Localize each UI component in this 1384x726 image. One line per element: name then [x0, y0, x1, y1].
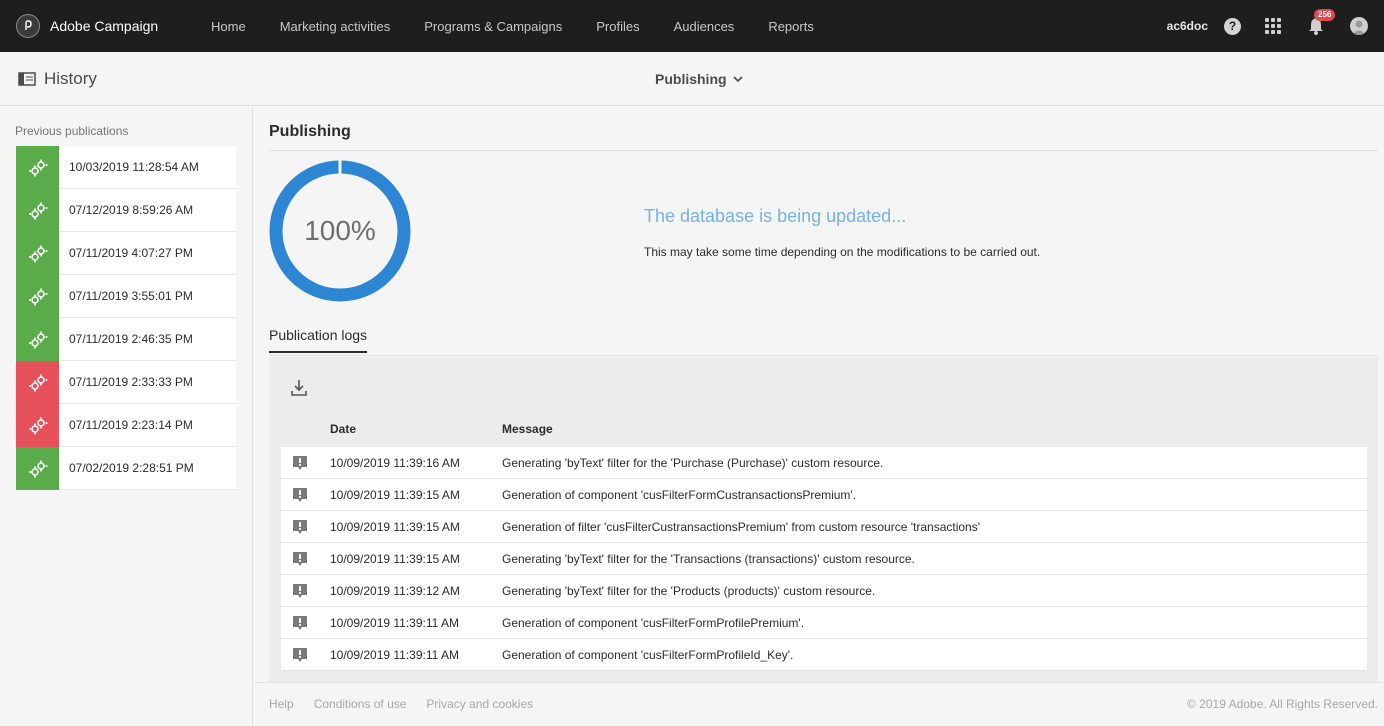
publication-date: 07/02/2019 2:28:51 PM: [69, 461, 194, 475]
log-message: Generating 'byText' filter for the 'Tran…: [502, 552, 915, 566]
nav-item-home[interactable]: Home: [211, 19, 246, 34]
column-header-message[interactable]: Message: [502, 422, 553, 436]
publishing-dropdown-label: Publishing: [655, 71, 727, 87]
download-icon[interactable]: [289, 378, 309, 398]
footer-link-privacy[interactable]: Privacy and cookies: [426, 697, 533, 711]
log-message: Generation of component 'cusFilterFormPr…: [502, 616, 805, 630]
gears-icon: [16, 275, 59, 318]
log-table-body: 10/09/2019 11:39:16 AM Generating 'byText…: [281, 447, 1367, 671]
publication-logs-panel: Date Message 10/09/2019 11:39:16 AM Gener…: [269, 357, 1378, 682]
nav-item-reports[interactable]: Reports: [768, 19, 814, 34]
publication-item[interactable]: 07/11/2019 2:46:35 PM: [16, 318, 236, 361]
nav-item-marketing-activities[interactable]: Marketing activities: [280, 19, 391, 34]
warning-message-icon: [291, 614, 309, 632]
publishing-dropdown[interactable]: Publishing: [655, 71, 743, 87]
app-grid-icon[interactable]: [1265, 18, 1281, 34]
footer-links: Help Conditions of use Privacy and cooki…: [269, 697, 553, 711]
publication-date: 07/11/2019 2:23:14 PM: [69, 418, 193, 432]
instance-name[interactable]: ac6doc: [1167, 19, 1208, 33]
log-date: 10/09/2019 11:39:15 AM: [330, 552, 460, 566]
publication-item[interactable]: 10/03/2019 11:28:54 AM: [16, 146, 236, 189]
log-message: Generating 'byText' filter for the 'Purc…: [502, 456, 884, 470]
column-header-date[interactable]: Date: [330, 422, 356, 436]
warning-message-icon: [291, 518, 309, 536]
table-row[interactable]: 10/09/2019 11:39:16 AM Generating 'byText…: [281, 447, 1367, 479]
log-date: 10/09/2019 11:39:12 AM: [330, 584, 460, 598]
gears-icon: [16, 404, 59, 447]
table-row[interactable]: 10/09/2019 11:39:15 AM Generation of comp…: [281, 479, 1367, 511]
user-avatar-icon[interactable]: [1350, 17, 1368, 35]
log-date: 10/09/2019 11:39:16 AM: [330, 456, 460, 470]
help-icon[interactable]: ?: [1224, 17, 1241, 35]
gears-icon: [16, 189, 59, 232]
publication-date: 07/12/2019 8:59:26 AM: [69, 203, 194, 217]
publication-item[interactable]: 07/11/2019 4:07:27 PM: [16, 232, 236, 275]
status-heading: The database is being updated...: [644, 206, 907, 226]
notification-badge: 256: [1314, 9, 1336, 21]
footer-link-conditions[interactable]: Conditions of use: [314, 697, 407, 711]
top-nav-bar: Adobe Campaign Home Marketing activities…: [0, 0, 1384, 52]
log-message: Generation of component 'cusFilterFormCu…: [502, 488, 857, 502]
main-content: Publishing 100% The database is being up…: [254, 107, 1384, 682]
publication-item[interactable]: 07/11/2019 2:33:33 PM: [16, 361, 236, 404]
log-message: Generating 'byText' filter for the 'Prod…: [502, 584, 876, 598]
page-header: History Publishing: [0, 52, 1384, 106]
publication-date: 10/03/2019 11:28:54 AM: [69, 160, 199, 174]
history-toggle[interactable]: History: [18, 69, 97, 89]
history-sidebar: Previous publications 10/03/2019 11:28:5…: [0, 107, 253, 726]
table-row[interactable]: 10/09/2019 11:39:12 AM Generating 'byText…: [281, 575, 1367, 607]
log-message: Generation of component 'cusFilterFormPr…: [502, 648, 794, 662]
status-description: This may take some time depending on the…: [644, 245, 1041, 259]
publication-item[interactable]: 07/02/2019 2:28:51 PM: [16, 447, 236, 490]
footer: Help Conditions of use Privacy and cooki…: [254, 682, 1384, 726]
nav-item-audiences[interactable]: Audiences: [674, 19, 735, 34]
log-message: Generation of filter 'cusFilterCustransa…: [502, 520, 981, 534]
warning-message-icon: [291, 486, 309, 504]
log-date: 10/09/2019 11:39:15 AM: [330, 488, 460, 502]
previous-publications-label: Previous publications: [15, 124, 129, 138]
history-title: History: [44, 69, 97, 88]
log-date: 10/09/2019 11:39:11 AM: [330, 648, 459, 662]
log-date: 10/09/2019 11:39:15 AM: [330, 520, 460, 534]
table-row[interactable]: 10/09/2019 11:39:15 AM Generation of filt…: [281, 511, 1367, 543]
table-row[interactable]: 10/09/2019 11:39:15 AM Generating 'byText…: [281, 543, 1367, 575]
brand[interactable]: Adobe Campaign: [0, 14, 211, 38]
adobe-campaign-logo-icon: [16, 14, 40, 38]
publication-item[interactable]: 07/11/2019 3:55:01 PM: [16, 275, 236, 318]
warning-message-icon: [291, 582, 309, 600]
copyright: © 2019 Adobe. All Rights Reserved.: [1187, 697, 1378, 711]
publication-date: 07/11/2019 4:07:27 PM: [69, 246, 193, 260]
publication-date: 07/11/2019 3:55:01 PM: [69, 289, 193, 303]
publication-list: 10/03/2019 11:28:54 AM 07/12/2019 8:59:26…: [16, 146, 236, 490]
progress-percent: 100%: [304, 215, 376, 246]
gears-icon: [16, 146, 59, 189]
sidebar-panel-icon: [18, 72, 36, 86]
top-right-tools: ac6doc ? 256: [1167, 0, 1384, 52]
table-row[interactable]: 10/09/2019 11:39:11 AM Generation of comp…: [281, 607, 1367, 639]
publication-date: 07/11/2019 2:46:35 PM: [69, 332, 193, 346]
gears-icon: [16, 318, 59, 361]
log-date: 10/09/2019 11:39:11 AM: [330, 616, 459, 630]
footer-link-help[interactable]: Help: [269, 697, 294, 711]
warning-message-icon: [291, 454, 309, 472]
brand-name: Adobe Campaign: [50, 18, 159, 34]
notifications-button[interactable]: 256: [1308, 9, 1336, 35]
table-row[interactable]: 10/09/2019 11:39:11 AM Generation of comp…: [281, 639, 1367, 671]
publication-item[interactable]: 07/11/2019 2:23:14 PM: [16, 404, 236, 447]
gears-icon: [16, 232, 59, 275]
main-nav: Home Marketing activities Programs & Cam…: [211, 0, 848, 52]
tab-publication-logs[interactable]: Publication logs: [269, 327, 368, 353]
divider: [269, 150, 1378, 151]
warning-message-icon: [291, 646, 309, 664]
publication-date: 07/11/2019 2:33:33 PM: [69, 375, 193, 389]
gears-icon: [16, 361, 59, 404]
nav-item-profiles[interactable]: Profiles: [596, 19, 639, 34]
gears-icon: [16, 447, 59, 490]
divider: [269, 355, 1378, 356]
nav-item-programs-campaigns[interactable]: Programs & Campaigns: [424, 19, 562, 34]
publication-item[interactable]: 07/12/2019 8:59:26 AM: [16, 189, 236, 232]
chevron-down-icon: [732, 75, 743, 82]
warning-message-icon: [291, 550, 309, 568]
page-title: Publishing: [269, 123, 351, 140]
